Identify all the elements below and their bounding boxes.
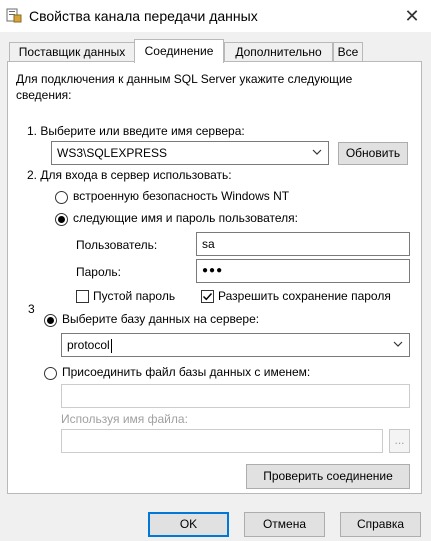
cancel-button[interactable]: Отмена [244, 512, 325, 537]
refresh-button[interactable]: Обновить [338, 142, 408, 165]
help-button-label: Справка [356, 517, 405, 531]
chevron-down-icon[interactable] [393, 341, 403, 347]
ok-button[interactable]: OK [148, 512, 229, 537]
database-value: protocol [67, 338, 110, 352]
attach-file-input[interactable] [61, 384, 410, 408]
intro-text-line-2: сведения: [16, 88, 72, 102]
browse-button[interactable]: ... [389, 429, 410, 453]
allow-save-password-label[interactable]: Разрешить сохранение пароля [218, 289, 391, 303]
close-button[interactable]: ✕ [396, 2, 428, 30]
select-database-label[interactable]: Выберите базу данных на сервере: [62, 312, 259, 326]
attach-database-radio[interactable] [44, 367, 57, 380]
user-label: Пользователь: [76, 238, 158, 252]
password-label: Пароль: [76, 265, 121, 279]
tab-label: Поставщик данных [18, 45, 126, 59]
user-value: sa [202, 237, 215, 251]
radio-selected-dot [47, 317, 54, 324]
tab-label: Соединение [144, 44, 214, 58]
allow-save-password-checkbox[interactable] [201, 290, 214, 303]
tab-label: Все [337, 45, 359, 59]
checkmark-icon [203, 293, 213, 301]
database-step-label: 3 [28, 302, 35, 316]
windows-auth-label[interactable]: встроенную безопасность Windows NT [73, 189, 289, 203]
server-combobox[interactable]: WS3\SQLEXPRESS [51, 141, 329, 165]
database-combobox[interactable]: protocol [61, 333, 410, 357]
cancel-button-label: Отмена [262, 517, 307, 531]
logical-name-label: Используя имя файла: [61, 412, 188, 426]
text-cursor [110, 338, 112, 353]
close-icon: ✕ [404, 6, 420, 26]
test-connection-label: Проверить соединение [263, 469, 393, 483]
password-input[interactable]: ●●● [196, 259, 410, 283]
tab-connection[interactable]: Соединение [134, 39, 224, 63]
tab-provider[interactable]: Поставщик данных [9, 42, 135, 62]
radio-selected-dot [58, 216, 65, 223]
refresh-button-label: Обновить [345, 146, 401, 160]
help-button[interactable]: Справка [340, 512, 421, 537]
ok-button-label: OK [179, 517, 198, 531]
window-title: Свойства канала передачи данных [29, 8, 258, 24]
windows-auth-radio[interactable] [55, 191, 68, 204]
test-connection-button[interactable]: Проверить соединение [246, 464, 410, 489]
title-bar: Свойства канала передачи данных ✕ [0, 0, 431, 32]
tab-advanced[interactable]: Дополнительно [224, 42, 333, 62]
data-link-icon [6, 8, 22, 23]
attach-database-label[interactable]: Присоединить файл базы данных с именем: [62, 365, 310, 379]
logical-name-input[interactable] [61, 429, 383, 453]
select-database-radio[interactable] [44, 314, 57, 327]
chevron-down-icon[interactable] [312, 149, 322, 155]
login-step-label: 2. Для входа в сервер использовать: [27, 168, 232, 182]
password-value: ●●● [202, 265, 224, 276]
password-auth-label[interactable]: следующие имя и пароль пользователя: [73, 211, 298, 225]
server-value: WS3\SQLEXPRESS [57, 146, 168, 160]
tab-all[interactable]: Все [333, 42, 363, 62]
blank-password-checkbox[interactable] [76, 290, 89, 303]
password-auth-radio[interactable] [55, 213, 68, 226]
server-step-label: 1. Выберите или введите имя сервера: [27, 124, 245, 138]
user-input[interactable]: sa [196, 232, 410, 256]
intro-text-line-1: Для подключения к данным SQL Server укаж… [16, 72, 353, 86]
blank-password-label[interactable]: Пустой пароль [93, 289, 175, 303]
tab-label: Дополнительно [235, 45, 322, 59]
browse-button-label: ... [394, 433, 405, 447]
